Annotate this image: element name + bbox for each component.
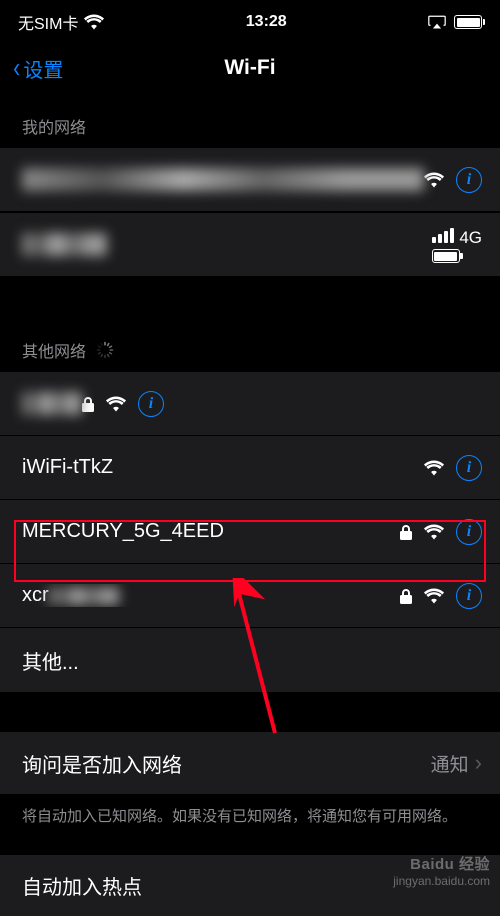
info-button[interactable]: i (138, 391, 164, 417)
network-name: ████████████████ (22, 168, 424, 191)
wifi-icon (424, 172, 444, 188)
battery-icon (454, 15, 482, 29)
lock-icon (82, 396, 94, 412)
network-row[interactable]: iWiFi-tTkZ i (0, 436, 500, 500)
section-other-networks: 其他网络 (0, 316, 500, 372)
ask-to-join-note: 将自动加入已知网络。如果没有已知网络，将通知您有可用网络。 (0, 794, 500, 854)
spinner-icon (96, 341, 114, 359)
back-label: 设置 (23, 54, 63, 83)
wifi-icon (424, 524, 444, 540)
setting-value: 通知 (431, 750, 469, 777)
cellular-label: 4G (459, 228, 482, 247)
signal-icon (432, 228, 454, 243)
network-name: MERCURY_5G_4EED (22, 520, 400, 543)
setting-label: 自动加入热点 (22, 871, 142, 900)
info-button[interactable]: i (456, 583, 482, 609)
network-name: iWiFi-tTkZ (22, 456, 424, 479)
ask-to-join-row[interactable]: 询问是否加入网络 通知 › (0, 732, 500, 794)
chevron-left-icon: ‹ (13, 54, 20, 82)
status-bar: 无SIM卡 13:28 (0, 0, 500, 44)
section-my-networks: 我的网络 (0, 92, 500, 148)
back-button[interactable]: ‹ 设置 (12, 54, 63, 83)
wifi-icon (424, 460, 444, 476)
lock-icon (400, 588, 412, 604)
battery-icon (432, 249, 460, 263)
network-name: xcr███ (22, 584, 400, 607)
network-name: ██████ (22, 233, 107, 256)
other-network-button[interactable]: 其他... (0, 628, 500, 692)
clock: 13:28 (246, 13, 287, 31)
info-button[interactable]: i (456, 167, 482, 193)
wifi-icon (106, 396, 126, 412)
setting-label: 询问是否加入网络 (22, 749, 182, 778)
network-row-highlighted[interactable]: xcr███ i (0, 564, 500, 628)
carrier-text: 无SIM卡 (18, 10, 78, 34)
cellular-row[interactable]: ██████ 4G (0, 212, 500, 276)
network-name: 其他... (22, 646, 482, 675)
info-button[interactable]: i (456, 519, 482, 545)
network-name: ██ (22, 392, 82, 415)
wifi-icon (424, 588, 444, 604)
info-button[interactable]: i (456, 455, 482, 481)
watermark: Baidu 经验 jingyan.baidu.com (393, 856, 490, 888)
page-title: Wi-Fi (0, 56, 500, 80)
wifi-icon (84, 14, 104, 30)
my-network-row[interactable]: ████████████████ i (0, 148, 500, 212)
airplay-icon (428, 15, 446, 29)
lock-icon (400, 524, 412, 540)
network-row[interactable]: ██ i (0, 372, 500, 436)
chevron-right-icon: › (475, 750, 482, 776)
nav-bar: ‹ 设置 Wi-Fi (0, 44, 500, 92)
network-row[interactable]: MERCURY_5G_4EED i (0, 500, 500, 564)
